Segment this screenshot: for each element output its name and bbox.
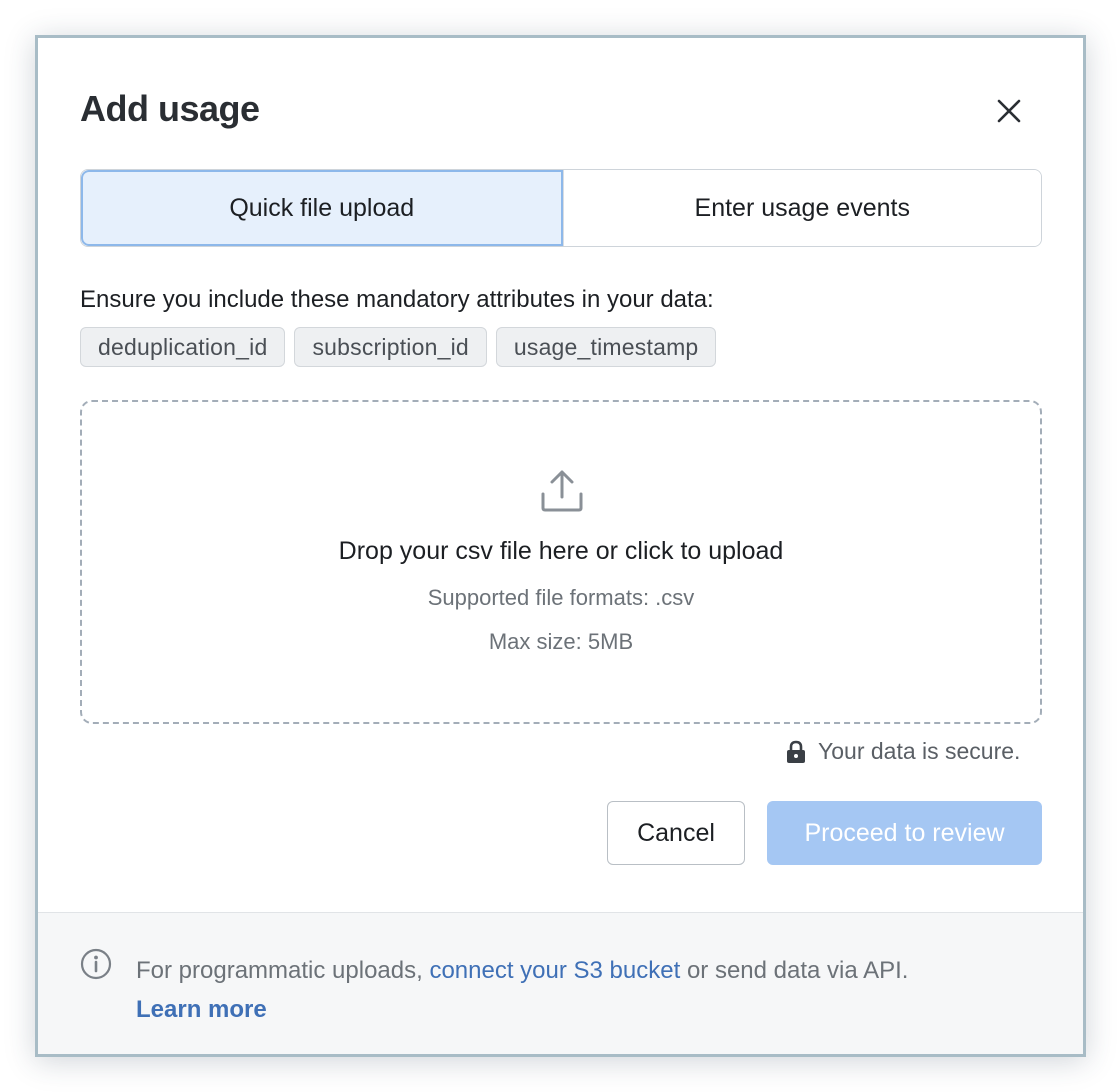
connect-s3-bucket-link[interactable]: connect your S3 bucket xyxy=(429,957,680,984)
data-secure-text: Your data is secure. xyxy=(818,738,1021,764)
footer-text-before: For programmatic uploads, xyxy=(136,957,430,984)
dropzone-main-text: Drop your csv file here or click to uplo… xyxy=(338,537,784,565)
upload-icon xyxy=(541,470,583,512)
add-usage-modal: Add usage Quick file upload Enter usage … xyxy=(35,35,1086,1057)
attribute-chip: subscription_id xyxy=(294,327,487,367)
modal-footer: For programmatic uploads, connect your S… xyxy=(38,912,1083,1054)
data-secure-note: Your data is secure. xyxy=(786,738,1020,765)
max-size-text: Max size: 5MB xyxy=(488,629,634,654)
mandatory-attributes-list: deduplication_id subscription_id usage_t… xyxy=(80,327,717,367)
cancel-button[interactable]: Cancel xyxy=(607,801,745,865)
info-icon xyxy=(80,948,112,980)
mandatory-attributes-text: Ensure you include these mandatory attri… xyxy=(80,286,714,313)
close-icon xyxy=(997,99,1021,123)
file-dropzone[interactable]: Drop your csv file here or click to uplo… xyxy=(80,400,1042,724)
proceed-to-review-button[interactable]: Proceed to review xyxy=(767,801,1042,865)
supported-formats-text: Supported file formats: .csv xyxy=(427,585,695,610)
tab-enter-usage-events[interactable]: Enter usage events xyxy=(562,170,1041,246)
footer-text: For programmatic uploads, connect your S… xyxy=(136,951,1036,1029)
upload-mode-tabs: Quick file upload Enter usage events xyxy=(80,169,1042,247)
tab-quick-file-upload[interactable]: Quick file upload xyxy=(81,170,563,246)
learn-more-link[interactable]: Learn more xyxy=(136,996,267,1023)
attribute-chip: deduplication_id xyxy=(80,327,286,367)
footer-text-after: or send data via API. xyxy=(680,957,909,984)
attribute-chip: usage_timestamp xyxy=(495,327,717,367)
close-button[interactable] xyxy=(988,90,1030,132)
modal-title: Add usage xyxy=(80,88,260,129)
lock-icon xyxy=(787,740,805,763)
